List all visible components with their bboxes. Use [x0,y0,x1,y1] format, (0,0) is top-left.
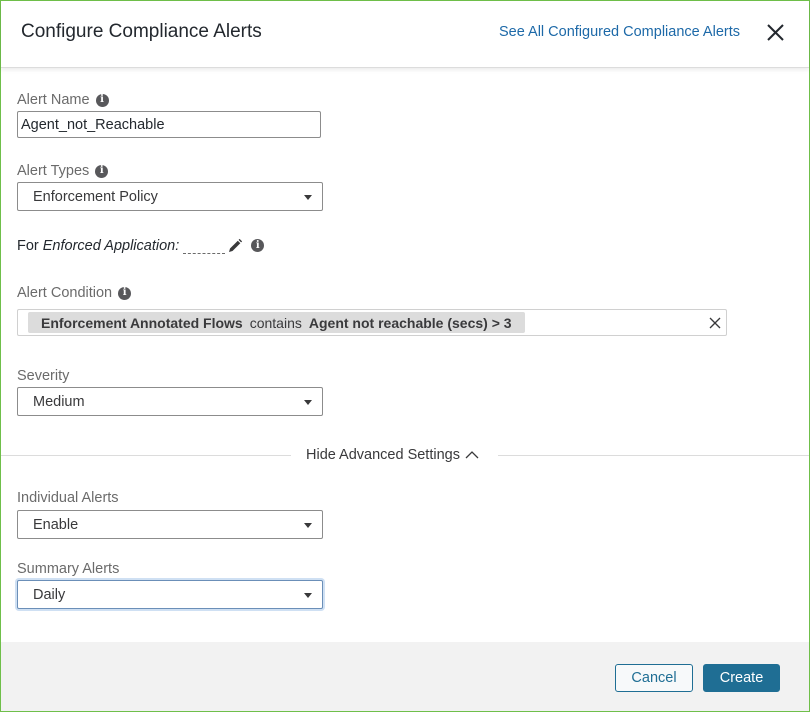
clear-icon[interactable] [709,317,721,329]
alert-condition-label-text: Alert Condition [17,285,113,301]
alert-name-label-text: Alert Name [17,92,90,108]
see-all-alerts-link[interactable]: See All Configured Compliance Alerts [499,24,740,40]
individual-alerts-label: Individual Alerts [17,490,119,506]
individual-alerts-selected-value: Enable [33,516,79,533]
severity-selected-value: Medium [33,393,85,410]
advanced-toggle-label: Hide Advanced Settings [306,447,460,463]
alert-name-input[interactable] [17,111,321,138]
severity-select[interactable]: Medium [17,387,323,416]
condition-field: Enforcement Annotated Flows [41,314,243,331]
close-icon[interactable] [763,21,787,45]
chevron-down-icon [304,195,312,200]
dialog-footer: Cancel Create [1,642,809,711]
info-icon[interactable]: i [95,164,109,178]
chevron-down-icon [304,523,312,528]
configure-compliance-alerts-dialog: Configure Compliance Alerts See All Conf… [0,0,810,712]
condition-chip[interactable]: Enforcement Annotated Flows contains Age… [28,312,525,333]
dialog-header: Configure Compliance Alerts See All Conf… [1,1,809,68]
individual-alerts-label-text: Individual Alerts [17,490,119,506]
divider-left [1,455,291,456]
pencil-icon[interactable] [227,238,243,254]
dialog-title: Configure Compliance Alerts [21,21,262,42]
alert-types-label-text: Alert Types [17,163,90,179]
summary-alerts-select[interactable]: Daily [17,580,323,609]
severity-label-text: Severity [17,368,70,384]
alert-types-selected-value: Enforcement Policy [33,188,158,205]
info-icon[interactable]: i [118,286,132,300]
summary-alerts-selected-value: Daily [33,586,66,603]
chevron-down-icon [304,400,312,405]
enforced-application-row: For Enforced Application: i [17,237,265,254]
enforced-application-field[interactable] [183,237,226,254]
condition-operator: contains [249,314,302,331]
alert-name-label: Alert Name i [17,92,109,108]
hide-advanced-settings-toggle[interactable]: Hide Advanced Settings [306,447,479,463]
alert-types-label: Alert Types i [17,163,109,179]
for-prefix: For [17,237,39,254]
condition-value: Agent not reachable (secs) > 3 [308,314,512,331]
severity-label: Severity [17,368,69,384]
summary-alerts-label: Summary Alerts [17,561,119,577]
enforced-application-label: Enforced Application: [42,237,180,254]
chevron-up-icon [465,451,479,459]
info-icon[interactable]: i [95,93,109,107]
info-icon[interactable]: i [251,239,265,252]
alert-types-select[interactable]: Enforcement Policy [17,182,323,211]
create-button[interactable]: Create [703,664,780,692]
cancel-button[interactable]: Cancel [615,664,693,692]
summary-alerts-label-text: Summary Alerts [17,561,120,577]
alert-condition-label: Alert Condition i [17,285,132,301]
individual-alerts-select[interactable]: Enable [17,510,323,539]
divider-right [498,455,809,456]
alert-condition-input[interactable]: Enforcement Annotated Flows contains Age… [17,309,727,336]
chevron-down-icon [304,593,312,598]
